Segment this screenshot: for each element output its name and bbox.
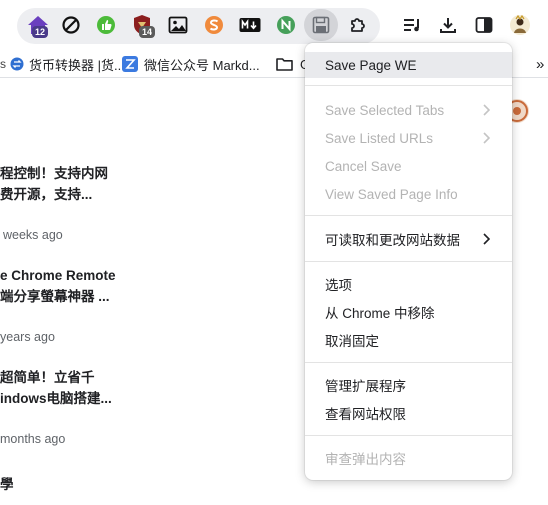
menu-item-label: Cancel Save [325,158,402,174]
menu-item-options[interactable]: 选项 [305,271,512,297]
reading-list-icon[interactable] [400,13,424,37]
feed-item-time: months ago [0,432,66,446]
extension-context-menu: Save Page WE Save Selected Tabs Save Lis… [305,43,512,480]
menu-item-save-selected-tabs[interactable]: Save Selected Tabs [305,97,512,123]
menu-item-remove-from-chrome[interactable]: 从 Chrome 中移除 [305,299,512,325]
menu-item-view-saved-page-info[interactable]: View Saved Page Info [305,181,512,207]
menu-item-unpin[interactable]: 取消固定 [305,327,512,353]
bookmark-favicon-fragment: s [0,57,6,71]
image-icon[interactable] [166,13,190,37]
puzzle-extensions-icon[interactable] [346,13,370,37]
feed-item-title[interactable]: 程控制！支持内网 [0,163,108,184]
bookmark-label: 货币转换器 |货... [29,57,125,73]
menu-divider [305,362,512,363]
feed-item-title[interactable]: indows电脑搭建... [0,388,112,409]
menu-item-label: 管理扩展程序 [325,379,406,394]
menu-item-site-data-access[interactable]: 可读取和更改网站数据 [305,226,512,252]
menu-divider [305,435,512,436]
wechat-markdown-icon [122,56,138,72]
chevron-right-icon [483,104,490,116]
markdown-icon[interactable] [238,13,262,37]
menu-item-label: 查看网站权限 [325,407,406,422]
menu-item-label: 选项 [325,278,352,293]
bookmark-currency-converter[interactable]: s 货币转换器 |货... [0,54,125,74]
menu-item-label: 可读取和更改网站数据 [325,233,460,248]
s-extension-icon[interactable] [202,13,226,37]
menu-item-label: Save Page WE [325,57,417,73]
shield-extension-icon[interactable]: 14 [130,13,156,38]
bookmarks-overflow-button[interactable]: » [536,54,544,74]
extension-badge: 12 [32,26,49,38]
menu-item-label: 从 Chrome 中移除 [325,306,435,321]
menu-item-label: Save Selected Tabs [325,102,445,118]
menu-divider [305,215,512,216]
menu-item-view-site-permissions[interactable]: 查看网站权限 [305,400,512,426]
feed-item-time: weeks ago [3,228,63,242]
menu-item-label: View Saved Page Info [325,186,458,202]
menu-divider [305,85,512,86]
currency-converter-icon [10,57,24,71]
chevron-right-icon [483,132,490,144]
extension-badge: 14 [139,26,156,38]
feed-item-title[interactable]: 端分享螢幕神器 ... [0,286,110,307]
feed-item-time: years ago [0,330,55,344]
save-page-we-icon[interactable] [304,9,338,41]
feed-item-title[interactable]: 费开源，支持... [0,184,92,205]
menu-divider [305,261,512,262]
home-extension-icon[interactable]: 12 [26,13,50,38]
thumbs-up-extension-icon[interactable] [94,13,118,37]
menu-item-save-listed-urls[interactable]: Save Listed URLs [305,125,512,151]
feed-item-title[interactable]: e Chrome Remote [0,265,116,286]
bookmark-wechat-markdown[interactable]: 微信公众号 Markd... [122,54,260,74]
feed-item-title[interactable]: 學 [0,474,14,495]
menu-item-label: 审查弹出内容 [325,452,406,467]
menu-item-label: 取消固定 [325,334,379,349]
profile-avatar[interactable] [508,13,532,37]
menu-item-manage-extensions[interactable]: 管理扩展程序 [305,372,512,398]
menu-item-inspect-popup[interactable]: 审查弹出内容 [305,445,512,471]
side-panel-icon[interactable] [472,13,496,37]
n-extension-icon[interactable] [274,13,298,37]
menu-item-cancel-save[interactable]: Cancel Save [305,153,512,179]
folder-icon [276,58,293,71]
chevron-right-icon [483,233,490,245]
download-icon[interactable] [436,13,460,37]
feed-item-title[interactable]: 超简单！立省千 [0,367,95,388]
block-icon[interactable] [59,13,83,37]
menu-item-label: Save Listed URLs [325,130,434,146]
bookmark-label: 微信公众号 Markd... [144,57,260,73]
menu-item-save-page-we[interactable]: Save Page WE [305,52,512,78]
